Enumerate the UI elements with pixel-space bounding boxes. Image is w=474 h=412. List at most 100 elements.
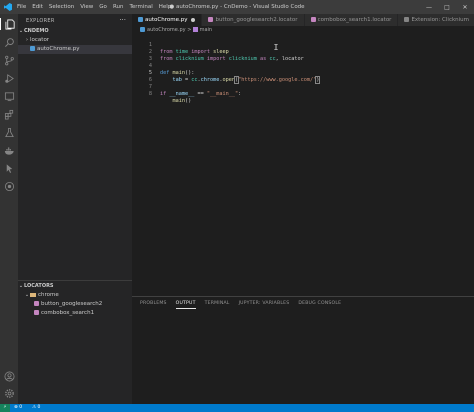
code-line: 8 main() bbox=[132, 84, 474, 104]
code-line: 1 from time import sleep bbox=[132, 35, 474, 55]
tab-problems[interactable]: PROBLEMS bbox=[140, 301, 167, 309]
close-button[interactable]: ✕ bbox=[456, 0, 474, 14]
python-file-icon bbox=[30, 46, 35, 51]
run-debug-icon bbox=[4, 73, 14, 83]
extension-icon bbox=[404, 17, 410, 22]
python-button[interactable] bbox=[3, 180, 15, 192]
menu-go[interactable]: Go bbox=[99, 0, 107, 14]
menu-view[interactable]: View bbox=[80, 0, 93, 14]
clicknium-button[interactable] bbox=[3, 162, 15, 174]
code-line-current: 5 tab = cc.chrome.open("https://www.goog… bbox=[132, 63, 474, 84]
tree-item-label: locator bbox=[30, 37, 50, 43]
source-control-icon bbox=[4, 55, 14, 65]
code-line: 4 def main(): bbox=[132, 56, 474, 76]
title-bar: File Edit Selection View Go Run Terminal… bbox=[0, 0, 474, 14]
breadcrumb: autoChrome.py > main bbox=[132, 26, 474, 35]
tree-item-autochrome[interactable]: autoChrome.py bbox=[18, 45, 138, 54]
breadcrumb-file[interactable]: autoChrome.py bbox=[147, 27, 186, 33]
code-line: 6 bbox=[132, 70, 474, 83]
menu-file[interactable]: File bbox=[17, 0, 26, 14]
code-line: 7 if __name__ == "__main__": bbox=[132, 77, 474, 97]
section-divider bbox=[18, 280, 132, 281]
tree-item-label: autoChrome.py bbox=[37, 46, 80, 52]
activity-bar bbox=[0, 14, 18, 404]
manage-button[interactable] bbox=[3, 387, 15, 399]
workspace-name: CNDEMO bbox=[24, 28, 49, 34]
menu-bar: File Edit Selection View Go Run Terminal… bbox=[17, 0, 171, 14]
explorer-button[interactable] bbox=[0, 18, 19, 30]
tab-label: combobox_search1.locator bbox=[317, 17, 392, 23]
tab-button-googlesearch2[interactable]: button_googlesearch2.locator bbox=[202, 14, 305, 26]
bottom-panel: PROBLEMS OUTPUT TERMINAL JUPYTER: VARIAB… bbox=[132, 296, 474, 404]
run-debug-button[interactable] bbox=[3, 72, 15, 84]
tree-item-locator[interactable]: › locator bbox=[18, 36, 138, 45]
tab-label: autoChrome.py bbox=[145, 17, 188, 23]
code-editor[interactable]: 1 from time import sleep 2 from clickniu… bbox=[132, 35, 474, 296]
tab-label: button_googlesearch2.locator bbox=[215, 17, 298, 23]
python-icon bbox=[4, 181, 14, 191]
tab-combobox-search1[interactable]: combobox_search1.locator bbox=[304, 14, 399, 26]
remote-explorer-button[interactable] bbox=[3, 90, 15, 102]
clicknium-icon bbox=[6, 163, 12, 173]
locator-icon bbox=[34, 310, 39, 315]
python-file-icon bbox=[138, 17, 143, 22]
code-line: 3 bbox=[132, 49, 474, 62]
account-button[interactable] bbox=[3, 370, 15, 382]
breadcrumb-symbol[interactable]: main bbox=[200, 27, 213, 33]
explorer-title: EXPLORER bbox=[26, 18, 55, 24]
locator-root-chrome[interactable]: ⌄ chrome bbox=[18, 291, 138, 300]
settings-gear-icon bbox=[4, 388, 14, 398]
files-icon bbox=[5, 19, 15, 29]
tab-debug-console[interactable]: DEBUG CONSOLE bbox=[298, 301, 341, 309]
menu-run[interactable]: Run bbox=[113, 0, 124, 14]
mouse-cursor-icon bbox=[274, 43, 278, 51]
unsaved-dot-icon bbox=[191, 17, 196, 22]
source-control-button[interactable] bbox=[3, 54, 15, 66]
locator-root-label: chrome bbox=[38, 292, 59, 298]
breadcrumb-separator: > bbox=[187, 27, 192, 33]
vscode-logo-icon bbox=[4, 3, 12, 11]
account-icon bbox=[4, 371, 14, 381]
menu-terminal[interactable]: Terminal bbox=[129, 0, 152, 14]
tab-jupyter-variables[interactable]: JUPYTER: VARIABLES bbox=[239, 301, 290, 309]
folder-icon bbox=[30, 292, 36, 297]
search-button[interactable] bbox=[3, 36, 15, 48]
docker-icon bbox=[4, 146, 14, 155]
docker-button[interactable] bbox=[3, 144, 15, 156]
tab-label: Extension: Clicknium bbox=[411, 17, 470, 23]
extensions-icon bbox=[4, 109, 13, 119]
warnings-indicator[interactable]: ⚠ 0 bbox=[32, 404, 40, 412]
explorer-sidebar: EXPLORER ··· ⌄CNDEMO › locator autoChrome… bbox=[18, 14, 138, 404]
minimize-button[interactable]: — bbox=[420, 0, 438, 14]
remote-explorer-icon bbox=[4, 91, 14, 101]
more-actions-button[interactable]: ··· bbox=[119, 16, 126, 24]
menu-selection[interactable]: Selection bbox=[49, 0, 74, 14]
tab-autochrome[interactable]: autoChrome.py bbox=[132, 14, 203, 26]
errors-indicator[interactable]: ⊗ 0 bbox=[14, 404, 22, 412]
locators-title: LOCATORS bbox=[24, 283, 54, 289]
locator-item-label: button_googlesearch2 bbox=[41, 301, 103, 307]
workspace-header[interactable]: ⌄CNDEMO bbox=[18, 27, 132, 36]
tab-output[interactable]: OUTPUT bbox=[175, 301, 196, 309]
panel-tabs: PROBLEMS OUTPUT TERMINAL JUPYTER: VARIAB… bbox=[140, 301, 341, 309]
remote-indicator-button[interactable]: ⚡ bbox=[0, 404, 10, 412]
locators-header[interactable]: ⌄LOCATORS bbox=[18, 282, 132, 291]
extensions-button[interactable] bbox=[3, 108, 15, 120]
tab-terminal[interactable]: TERMINAL bbox=[205, 301, 230, 309]
tab-extension-clicknium[interactable]: Extension: Clicknium bbox=[398, 14, 474, 26]
code-line: 2 from clicknium import clicknium as cc,… bbox=[132, 42, 474, 62]
function-symbol-icon bbox=[192, 27, 198, 32]
status-bar: ⚡ ⊗ 0 ⚠ 0 bbox=[0, 404, 474, 412]
line-number: 8 bbox=[148, 91, 152, 97]
editor-tab-bar: autoChrome.py button_googlesearch2.locat… bbox=[132, 14, 474, 26]
locator-item[interactable]: button_googlesearch2 bbox=[18, 300, 148, 309]
menu-edit[interactable]: Edit bbox=[32, 0, 43, 14]
locator-item[interactable]: combobox_search1 bbox=[18, 309, 148, 318]
maximize-button[interactable]: □ bbox=[438, 0, 456, 14]
python-file-icon bbox=[140, 27, 145, 32]
menu-help[interactable]: Help bbox=[159, 0, 172, 14]
testing-icon bbox=[4, 127, 14, 137]
locator-icon bbox=[208, 17, 214, 22]
testing-button[interactable] bbox=[3, 126, 15, 138]
locator-item-label: combobox_search1 bbox=[41, 310, 95, 316]
